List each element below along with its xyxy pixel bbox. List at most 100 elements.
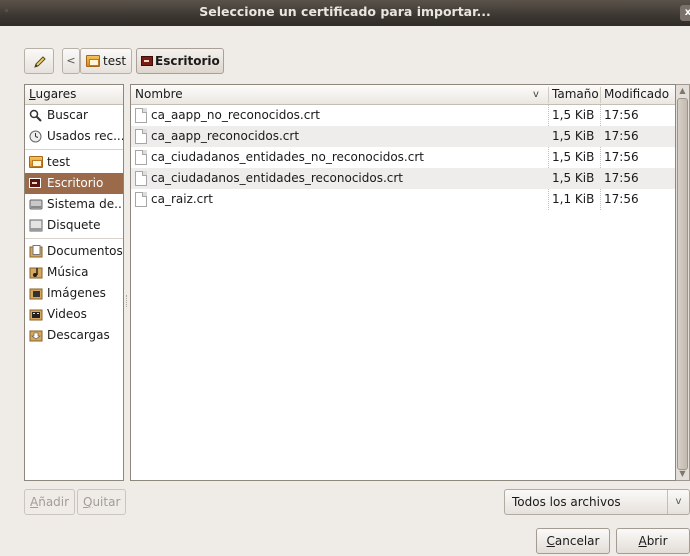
sidebar-item-label: Imágenes: [47, 286, 106, 300]
window-title: Seleccione un certificado para importar.…: [199, 4, 491, 19]
sidebar-item-label: Documentos: [47, 244, 123, 258]
open-mnemonic: A: [638, 534, 647, 548]
add-bookmark-button[interactable]: Añadir: [24, 489, 76, 515]
downloads-icon: [29, 330, 43, 342]
sidebar-item-videos[interactable]: Videos: [25, 304, 123, 325]
sidebar-item-usados-recientemente[interactable]: Usados rec...: [25, 126, 123, 147]
file-name: ca_raiz.crt: [151, 192, 213, 206]
file-filter-select[interactable]: Todos los archivos v: [504, 489, 690, 515]
file-size: 1,1 KiB: [552, 192, 595, 206]
sidebar-item-label: Descargas: [47, 328, 110, 342]
places-header[interactable]: Lugares: [25, 85, 123, 105]
videos-icon: [29, 309, 43, 321]
file-icon: [135, 150, 147, 165]
column-name[interactable]: Nombre: [135, 85, 183, 105]
floppy-icon: [29, 219, 43, 232]
cancel-button[interactable]: Cancelar: [536, 528, 610, 554]
sidebar-item-test[interactable]: test: [25, 152, 123, 173]
file-row[interactable]: ca_raiz.crt 1,1 KiB 17:56: [131, 189, 675, 210]
sidebar-item-documentos[interactable]: Documentos: [25, 241, 123, 262]
file-row[interactable]: ca_ciudadanos_entidades_no_reconocidos.c…: [131, 147, 675, 168]
title-bar: ◦ Seleccione un certificado para importa…: [0, 0, 690, 26]
sidebar-item-escritorio[interactable]: Escritorio: [25, 173, 123, 194]
file-modified: 17:56: [604, 171, 639, 185]
file-name: ca_ciudadanos_entidades_reconocidos.crt: [151, 171, 404, 185]
file-size: 1,5 KiB: [552, 129, 595, 143]
file-list: Nombre v Tamaño Modificado ca_aapp_no_re…: [130, 84, 676, 481]
file-size: 1,5 KiB: [552, 150, 595, 164]
file-icon: [135, 129, 147, 144]
vertical-scrollbar[interactable]: ▲ ▼: [676, 84, 690, 481]
crumb-label: Escritorio: [155, 54, 220, 68]
folder-home-icon: [29, 156, 43, 168]
sidebar-item-label: Sistema de...: [47, 197, 123, 211]
sidebar-item-buscar[interactable]: Buscar: [25, 105, 123, 126]
remove-rest: uitar: [92, 495, 121, 509]
sidebar-item-label: Buscar: [47, 108, 88, 122]
sort-descending-icon: v: [533, 89, 539, 100]
sidebar-item-sistema-de-archivos[interactable]: Sistema de...: [25, 194, 123, 215]
folder-home-icon: [86, 55, 100, 67]
search-icon: [29, 109, 42, 122]
desktop-icon: [141, 56, 153, 66]
desktop-icon: [29, 178, 41, 188]
file-size: 1,5 KiB: [552, 108, 595, 122]
pane-splitter[interactable]: [126, 295, 128, 307]
pencil-icon: [34, 56, 46, 68]
places-sidebar: Lugares Buscar Usados rec... test Escrit…: [24, 84, 124, 481]
sidebar-separator: [25, 149, 123, 150]
sidebar-item-label: Usados rec...: [47, 129, 123, 143]
path-back-button[interactable]: <: [62, 48, 80, 74]
file-row[interactable]: ca_aapp_reconocidos.crt 1,5 KiB 17:56: [131, 126, 675, 147]
cancel-mnemonic: C: [546, 534, 555, 548]
sidebar-item-descargas[interactable]: Descargas: [25, 325, 123, 346]
sidebar-item-disquete[interactable]: Disquete: [25, 215, 123, 236]
open-rest: brir: [646, 534, 668, 548]
file-modified: 17:56: [604, 192, 639, 206]
scroll-down-icon[interactable]: ▼: [676, 468, 689, 480]
column-size[interactable]: Tamaño: [552, 85, 599, 105]
sidebar-item-label: Música: [47, 265, 89, 279]
column-modified[interactable]: Modificado: [604, 85, 669, 105]
sidebar-item-label: Disquete: [47, 218, 101, 232]
crumb-escritorio[interactable]: Escritorio: [136, 48, 224, 74]
file-row[interactable]: ca_aapp_no_reconocidos.crt 1,5 KiB 17:56: [131, 105, 675, 126]
header-divider: [548, 87, 549, 103]
sidebar-item-label: Videos: [47, 307, 87, 321]
sidebar-item-imagenes[interactable]: Imágenes: [25, 283, 123, 304]
file-modified: 17:56: [604, 129, 639, 143]
pictures-icon: [29, 288, 43, 300]
sidebar-item-label: Escritorio: [47, 176, 104, 190]
documents-icon: [29, 245, 43, 258]
close-button[interactable]: x: [680, 5, 690, 21]
file-size: 1,5 KiB: [552, 171, 595, 185]
type-location-button[interactable]: [24, 48, 54, 74]
crumb-label: test: [103, 54, 127, 68]
cancel-rest: ancelar: [554, 534, 600, 548]
sidebar-item-musica[interactable]: Música: [25, 262, 123, 283]
remove-bookmark-button[interactable]: Quitar: [77, 489, 127, 515]
drive-icon: [29, 199, 43, 210]
scroll-thumb[interactable]: [677, 98, 688, 470]
recent-icon: [29, 130, 42, 143]
file-icon: [135, 108, 147, 123]
file-name: ca_ciudadanos_entidades_no_reconocidos.c…: [151, 150, 424, 164]
sidebar-item-label: test: [47, 155, 71, 169]
add-mnemonic: A: [30, 495, 39, 509]
file-name: ca_aapp_no_reconocidos.crt: [151, 108, 320, 122]
header-divider: [600, 87, 601, 103]
open-button[interactable]: Abrir: [616, 528, 690, 554]
crumb-test[interactable]: test: [80, 48, 132, 74]
music-icon: [29, 267, 43, 279]
chevron-down-icon: v: [667, 490, 689, 514]
sidebar-separator: [25, 238, 123, 239]
file-icon: [135, 192, 147, 207]
file-filter-value: Todos los archivos: [512, 495, 621, 509]
file-row[interactable]: ca_ciudadanos_entidades_reconocidos.crt …: [131, 168, 675, 189]
file-icon: [135, 171, 147, 186]
file-modified: 17:56: [604, 108, 639, 122]
add-rest: ñadir: [38, 495, 70, 509]
file-name: ca_aapp_reconocidos.crt: [151, 129, 300, 143]
scroll-up-icon[interactable]: ▲: [676, 85, 689, 97]
header-rest: ugares: [35, 87, 77, 101]
